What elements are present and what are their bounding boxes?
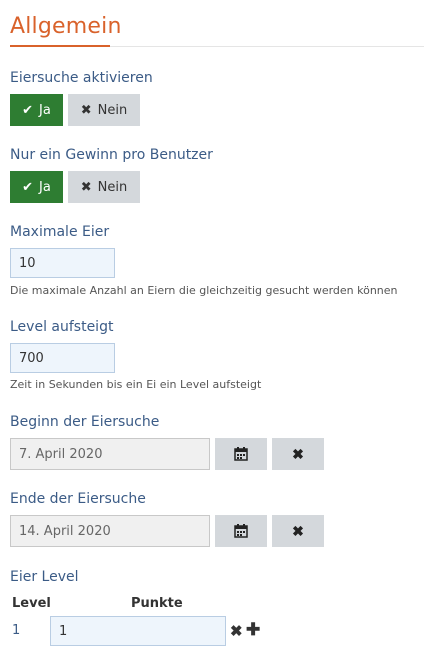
times-icon: ✖ [292,522,304,539]
end-date-input[interactable]: 14. April 2020 [10,515,210,547]
max-eggs-input[interactable]: 10 [10,248,115,278]
egg-search-label: Eiersuche aktivieren [10,70,153,86]
calendar-icon [234,447,248,461]
level-up-label: Level aufsteigt [10,319,114,335]
start-date-label: Beginn der Eiersuche [10,414,160,430]
end-date-label: Ende der Eiersuche [10,491,146,507]
check-icon: ✔ [22,179,34,195]
end-date-clear-button[interactable]: ✖ [272,515,324,547]
egg-search-yes-label: Ja [39,102,51,118]
column-header-level: Level [12,596,51,611]
times-icon: ✖ [80,102,92,118]
egg-level-label: Eier Level [10,569,79,585]
times-icon[interactable]: ✖ [230,622,243,640]
times-icon: ✖ [292,445,304,462]
plus-icon[interactable]: ✚ [246,620,260,640]
egg-search-no-button[interactable]: ✖ Nein [68,94,140,126]
start-date-calendar-button[interactable] [215,438,267,470]
column-header-points: Punkte [131,596,183,611]
egg-search-no-label: Nein [97,102,128,118]
one-win-no-label: Nein [97,179,128,195]
max-eggs-help: Die maximale Anzahl an Eiern die gleichz… [10,284,398,297]
level-up-input[interactable]: 700 [10,343,115,373]
calendar-icon [234,524,248,538]
end-date-calendar-button[interactable] [215,515,267,547]
section-title-underline [10,45,110,47]
check-icon: ✔ [22,102,34,118]
start-date-clear-button[interactable]: ✖ [272,438,324,470]
one-win-no-button[interactable]: ✖ Nein [68,171,140,203]
level-up-help: Zeit in Sekunden bis ein Ei ein Level au… [10,378,262,391]
level-cell: 1 [12,623,21,638]
one-win-yes-label: Ja [39,179,51,195]
max-eggs-label: Maximale Eier [10,224,110,240]
one-win-yes-button[interactable]: ✔ Ja [10,171,63,203]
points-input[interactable]: 1 [50,616,226,646]
section-title: Allgemein [10,14,122,39]
egg-search-yes-button[interactable]: ✔ Ja [10,94,63,126]
start-date-input[interactable]: 7. April 2020 [10,438,210,470]
section-divider [110,46,424,47]
one-win-label: Nur ein Gewinn pro Benutzer [10,147,213,163]
times-icon: ✖ [80,179,92,195]
